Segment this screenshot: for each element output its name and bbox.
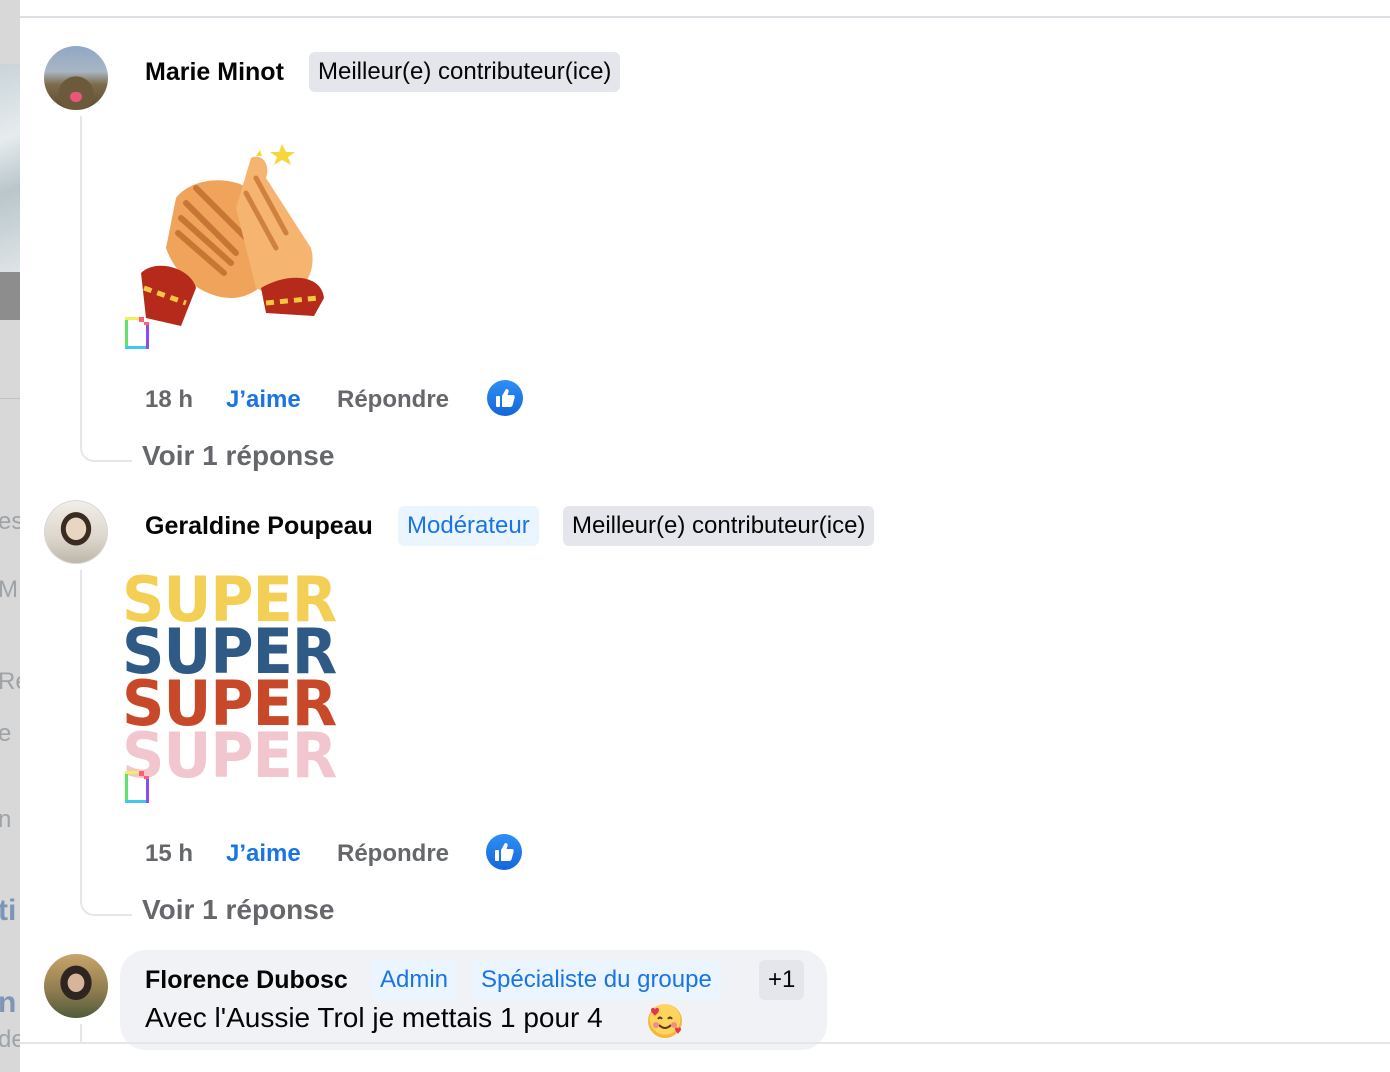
divider xyxy=(20,1042,1390,1044)
thread-line xyxy=(80,570,82,894)
background-text-fragment: Ré xyxy=(0,668,20,695)
heart-icon xyxy=(70,92,82,102)
moderator-badge[interactable]: Modérateur xyxy=(398,506,539,546)
thumbs-up-icon xyxy=(495,843,514,861)
comment-timestamp[interactable]: 15 h xyxy=(145,840,193,868)
background-text-fragment: n xyxy=(0,806,12,833)
background-text-fragment: de xyxy=(0,1026,20,1053)
view-replies-link[interactable]: Voir 1 réponse xyxy=(142,440,334,472)
admin-badge[interactable]: Admin xyxy=(371,960,458,1000)
emoji-face xyxy=(651,1007,681,1034)
divider xyxy=(0,398,20,399)
like-button[interactable]: J’aime xyxy=(226,840,301,868)
background-text-fragment: ti xyxy=(0,894,17,927)
thread-connector xyxy=(80,440,132,462)
group-expert-badge[interactable]: Spécialiste du groupe xyxy=(472,960,721,1000)
thumbs-up-icon xyxy=(496,389,515,407)
more-badges-button[interactable]: +1 xyxy=(759,960,805,1000)
background-text-fragment: n xyxy=(0,986,17,1019)
clapping-hands-sticker xyxy=(141,144,324,326)
background-photo-bar xyxy=(0,272,20,320)
divider xyxy=(20,16,1390,18)
comment-timestamp[interactable]: 18 h xyxy=(145,386,193,414)
comment-author[interactable]: Marie Minot xyxy=(145,58,284,87)
top-contributor-badge[interactable]: Meilleur(e) contributeur(ice) xyxy=(309,52,621,92)
thread-connector xyxy=(80,894,132,916)
background-text-fragment: M xyxy=(0,576,18,603)
super-sticker: SUPER SUPER SUPER SUPER xyxy=(122,569,342,792)
thread-line xyxy=(80,116,82,440)
gif-source-icon xyxy=(125,771,149,803)
comment-text: Avec l'Aussie Trol je mettais 1 pour 4 xyxy=(145,1002,603,1033)
avatar[interactable] xyxy=(44,46,108,110)
like-reaction-icon[interactable] xyxy=(487,380,523,416)
top-contributor-badge[interactable]: Meilleur(e) contributeur(ice) xyxy=(563,506,875,546)
background-page-edge: es M Ré e n ti n de xyxy=(0,0,20,1072)
avatar[interactable] xyxy=(44,954,108,1018)
background-text-fragment: e xyxy=(0,720,12,747)
gif-source-icon xyxy=(125,317,149,349)
comment-author[interactable]: Florence Dubosc xyxy=(145,966,348,995)
comment-author[interactable]: Geraldine Poupeau xyxy=(145,512,373,541)
smiling-face-with-hearts-icon xyxy=(648,1004,682,1038)
background-text-fragment: es xyxy=(0,508,20,535)
super-text-line: SUPER xyxy=(122,719,337,792)
thread-line xyxy=(80,1024,82,1044)
avatar[interactable] xyxy=(44,500,108,564)
like-button[interactable]: J’aime xyxy=(226,386,301,414)
background-photo xyxy=(0,64,20,274)
reply-button[interactable]: Répondre xyxy=(337,386,449,414)
like-reaction-icon[interactable] xyxy=(486,834,522,870)
reply-button[interactable]: Répondre xyxy=(337,840,449,868)
view-replies-link[interactable]: Voir 1 réponse xyxy=(142,894,334,926)
